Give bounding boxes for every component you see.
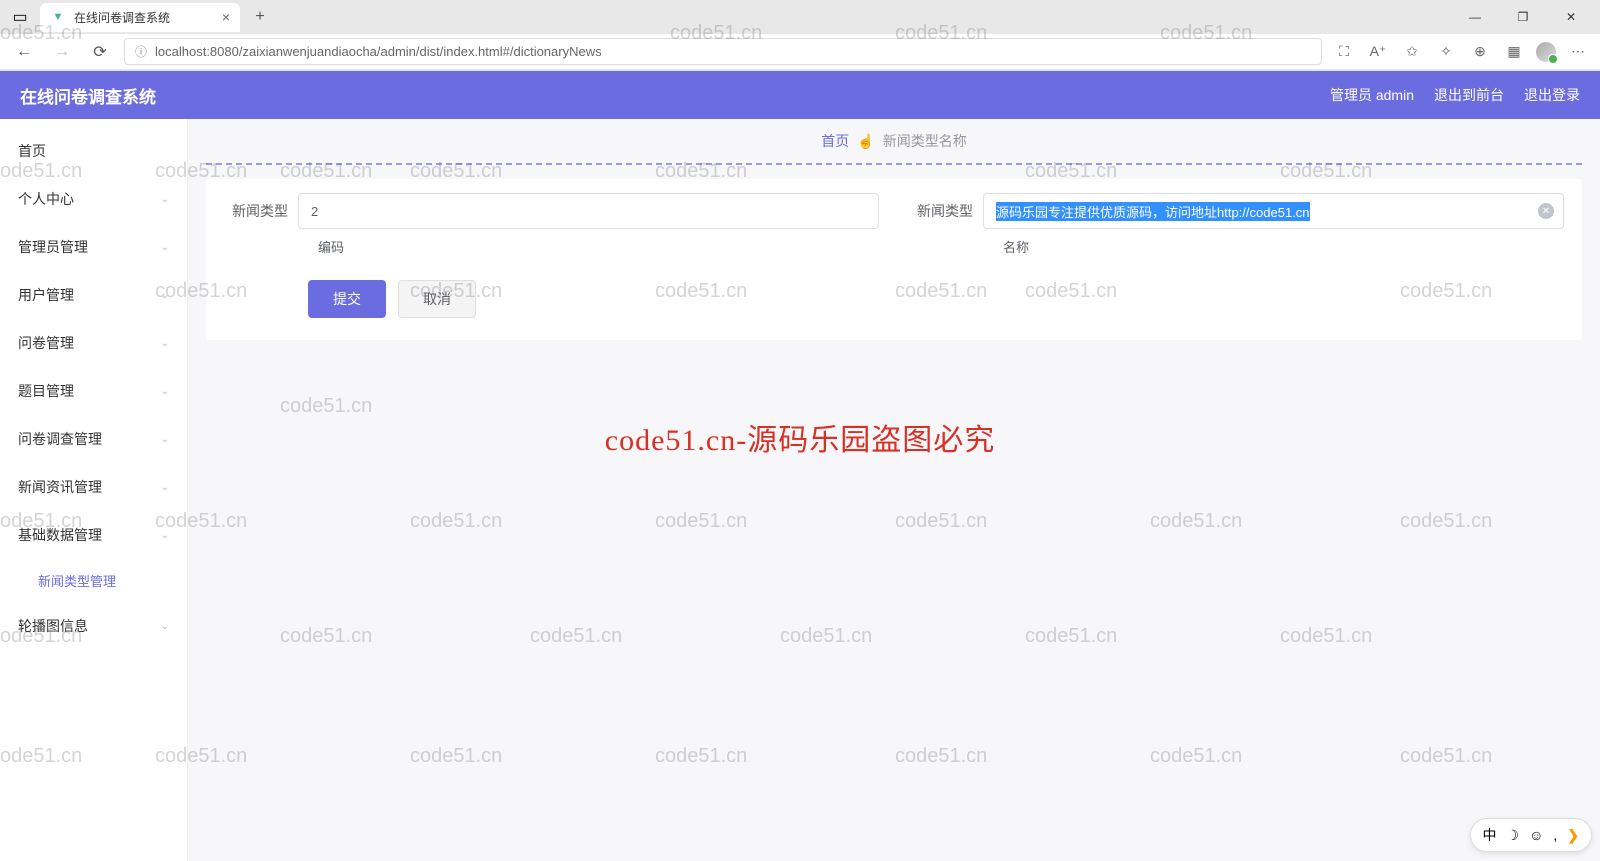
sidebar-item-news[interactable]: 新闻资讯管理 ⌄ <box>0 463 187 511</box>
user-label[interactable]: 管理员 admin <box>1330 85 1414 105</box>
sidebar-item-label: 新闻资讯管理 <box>18 477 102 497</box>
chevron-down-icon: ⌄ <box>161 242 169 253</box>
submit-button[interactable]: 提交 <box>308 280 386 318</box>
extensions-icon[interactable]: ▦ <box>1502 40 1526 64</box>
breadcrumb-current: 新闻类型名称 <box>883 131 967 151</box>
sidebar-item-label: 问卷管理 <box>18 333 74 353</box>
chevron-down-icon: ⌄ <box>161 434 169 445</box>
sidebar-item-label: 题目管理 <box>18 381 74 401</box>
name-input[interactable]: 源码乐园专注提供优质源码，访问地址http://code51.cn <box>983 193 1564 229</box>
browser-tab[interactable]: ▼ 在线问卷调查系统 × <box>40 3 240 32</box>
field-label-name: 新闻类型 <box>909 193 973 221</box>
reload-button[interactable]: ⟳ <box>86 38 114 66</box>
exit-front-link[interactable]: 退出到前台 <box>1434 85 1504 105</box>
sidebar-item-personal[interactable]: 个人中心 ⌄ <box>0 175 187 223</box>
minimize-button[interactable]: — <box>1452 1 1498 33</box>
window-controls: — ❐ ✕ <box>1452 1 1594 33</box>
app-title: 在线问卷调查系统 <box>20 83 156 108</box>
chevron-down-icon: ⌄ <box>161 338 169 349</box>
ime-toolbar[interactable]: 中 ☽ ☺ , ❯ <box>1470 818 1592 852</box>
main-content: 首页 ☝ 新闻类型名称 新闻类型 编码 新闻类型 <box>188 119 1600 861</box>
profile-avatar-icon[interactable] <box>1536 42 1556 62</box>
favicon-icon: ▼ <box>50 9 66 25</box>
moon-icon[interactable]: ☽ <box>1507 827 1520 844</box>
favorite-icon[interactable]: ✩ <box>1400 40 1424 64</box>
field-sublabel-name: 名称 <box>983 229 1564 256</box>
chevron-down-icon: ⌄ <box>161 290 169 301</box>
smile-icon[interactable]: ☺ <box>1529 827 1543 843</box>
arrow-right-icon[interactable]: ❯ <box>1567 827 1579 844</box>
forward-button: → <box>48 38 76 66</box>
chevron-down-icon: ⌄ <box>161 386 169 397</box>
app-body: 首页 个人中心 ⌄ 管理员管理 ⌄ 用户管理 ⌄ 问卷管理 ⌄ 题目管理 ⌄ 问卷调查管理… <box>0 119 1600 861</box>
code-input[interactable] <box>298 193 879 229</box>
collections-icon[interactable]: ⊕ <box>1468 40 1492 64</box>
app-header: 在线问卷调查系统 管理员 admin 退出到前台 退出登录 <box>0 71 1600 119</box>
sidebar-item-basedata[interactable]: 基础数据管理 ⌄ <box>0 511 187 559</box>
ime-lang[interactable]: 中 <box>1483 825 1497 845</box>
chevron-down-icon: ⌄ <box>161 482 169 493</box>
close-window-button[interactable]: ✕ <box>1548 1 1594 33</box>
breadcrumb: 首页 ☝ 新闻类型名称 <box>188 119 1600 159</box>
dashed-separator <box>206 163 1582 165</box>
sidebar-item-label: 首页 <box>18 141 46 161</box>
tab-bar: ▭ ▼ 在线问卷调查系统 × + — ❐ ✕ <box>0 0 1600 34</box>
maximize-button[interactable]: ❐ <box>1500 1 1546 33</box>
form-panel: 新闻类型 编码 新闻类型 源码乐园专注提供优质源码，访问地址 <box>206 179 1582 340</box>
field-label-code: 新闻类型 <box>224 193 288 221</box>
sidebar-item-users[interactable]: 用户管理 ⌄ <box>0 271 187 319</box>
tab-overview-button[interactable]: ▭ <box>6 3 34 31</box>
breadcrumb-home[interactable]: 首页 <box>821 131 849 151</box>
sidebar-item-carousel[interactable]: 轮播图信息 ⌄ <box>0 602 187 650</box>
shopping-icon[interactable]: ⛶ <box>1332 40 1356 64</box>
sidebar-subitem-news-type[interactable]: 新闻类型管理 <box>0 559 187 602</box>
sidebar-item-label: 个人中心 <box>18 189 74 209</box>
sidebar-item-survey[interactable]: 问卷管理 ⌄ <box>0 319 187 367</box>
tab-close-icon[interactable]: × <box>222 9 230 25</box>
read-aloud-icon[interactable]: A⁺ <box>1366 40 1390 64</box>
url-input[interactable]: ⓘ localhost:8080/zaixianwenjuandiaocha/a… <box>124 38 1322 65</box>
sidebar-item-label: 管理员管理 <box>18 237 88 257</box>
sidebar-item-question[interactable]: 题目管理 ⌄ <box>0 367 187 415</box>
chevron-down-icon: ⌄ <box>161 621 169 632</box>
chevron-down-icon: ⌄ <box>161 530 169 541</box>
sidebar-item-home[interactable]: 首页 <box>0 127 187 175</box>
url-text: localhost:8080/zaixianwenjuandiaocha/adm… <box>155 44 602 59</box>
toolbar-icons: ⛶ A⁺ ✩ ✧ ⊕ ▦ ⋯ <box>1332 40 1590 64</box>
new-tab-button[interactable]: + <box>246 3 274 31</box>
address-bar: ← → ⟳ ⓘ localhost:8080/zaixianwenjuandia… <box>0 34 1600 70</box>
more-icon[interactable]: ⋯ <box>1566 40 1590 64</box>
sidebar-item-label: 问卷调查管理 <box>18 429 102 449</box>
tab-title: 在线问卷调查系统 <box>74 9 170 26</box>
cancel-button[interactable]: 取消 <box>398 280 476 318</box>
hand-icon: ☝ <box>857 133 874 150</box>
sidebar-item-admin[interactable]: 管理员管理 ⌄ <box>0 223 187 271</box>
sidebar-item-label: 轮播图信息 <box>18 616 88 636</box>
name-input-value: 源码乐园专注提供优质源码，访问地址http://code51.cn <box>996 202 1310 221</box>
browser-chrome: ▭ ▼ 在线问卷调查系统 × + — ❐ ✕ ← → ⟳ ⓘ localhost… <box>0 0 1600 71</box>
field-sublabel-code: 编码 <box>298 229 879 256</box>
comma-icon[interactable]: , <box>1553 827 1557 843</box>
sidebar: 首页 个人中心 ⌄ 管理员管理 ⌄ 用户管理 ⌄ 问卷管理 ⌄ 题目管理 ⌄ 问卷调查管理… <box>0 119 188 861</box>
site-info-icon[interactable]: ⓘ <box>135 43 147 60</box>
logout-link[interactable]: 退出登录 <box>1524 85 1580 105</box>
clear-icon[interactable]: ✕ <box>1538 203 1554 219</box>
chevron-down-icon: ⌄ <box>161 194 169 205</box>
sidebar-item-label: 用户管理 <box>18 285 74 305</box>
sidebar-item-survey-investigate[interactable]: 问卷调查管理 ⌄ <box>0 415 187 463</box>
favorites-bar-icon[interactable]: ✧ <box>1434 40 1458 64</box>
sidebar-item-label: 基础数据管理 <box>18 525 102 545</box>
back-button[interactable]: ← <box>10 38 38 66</box>
